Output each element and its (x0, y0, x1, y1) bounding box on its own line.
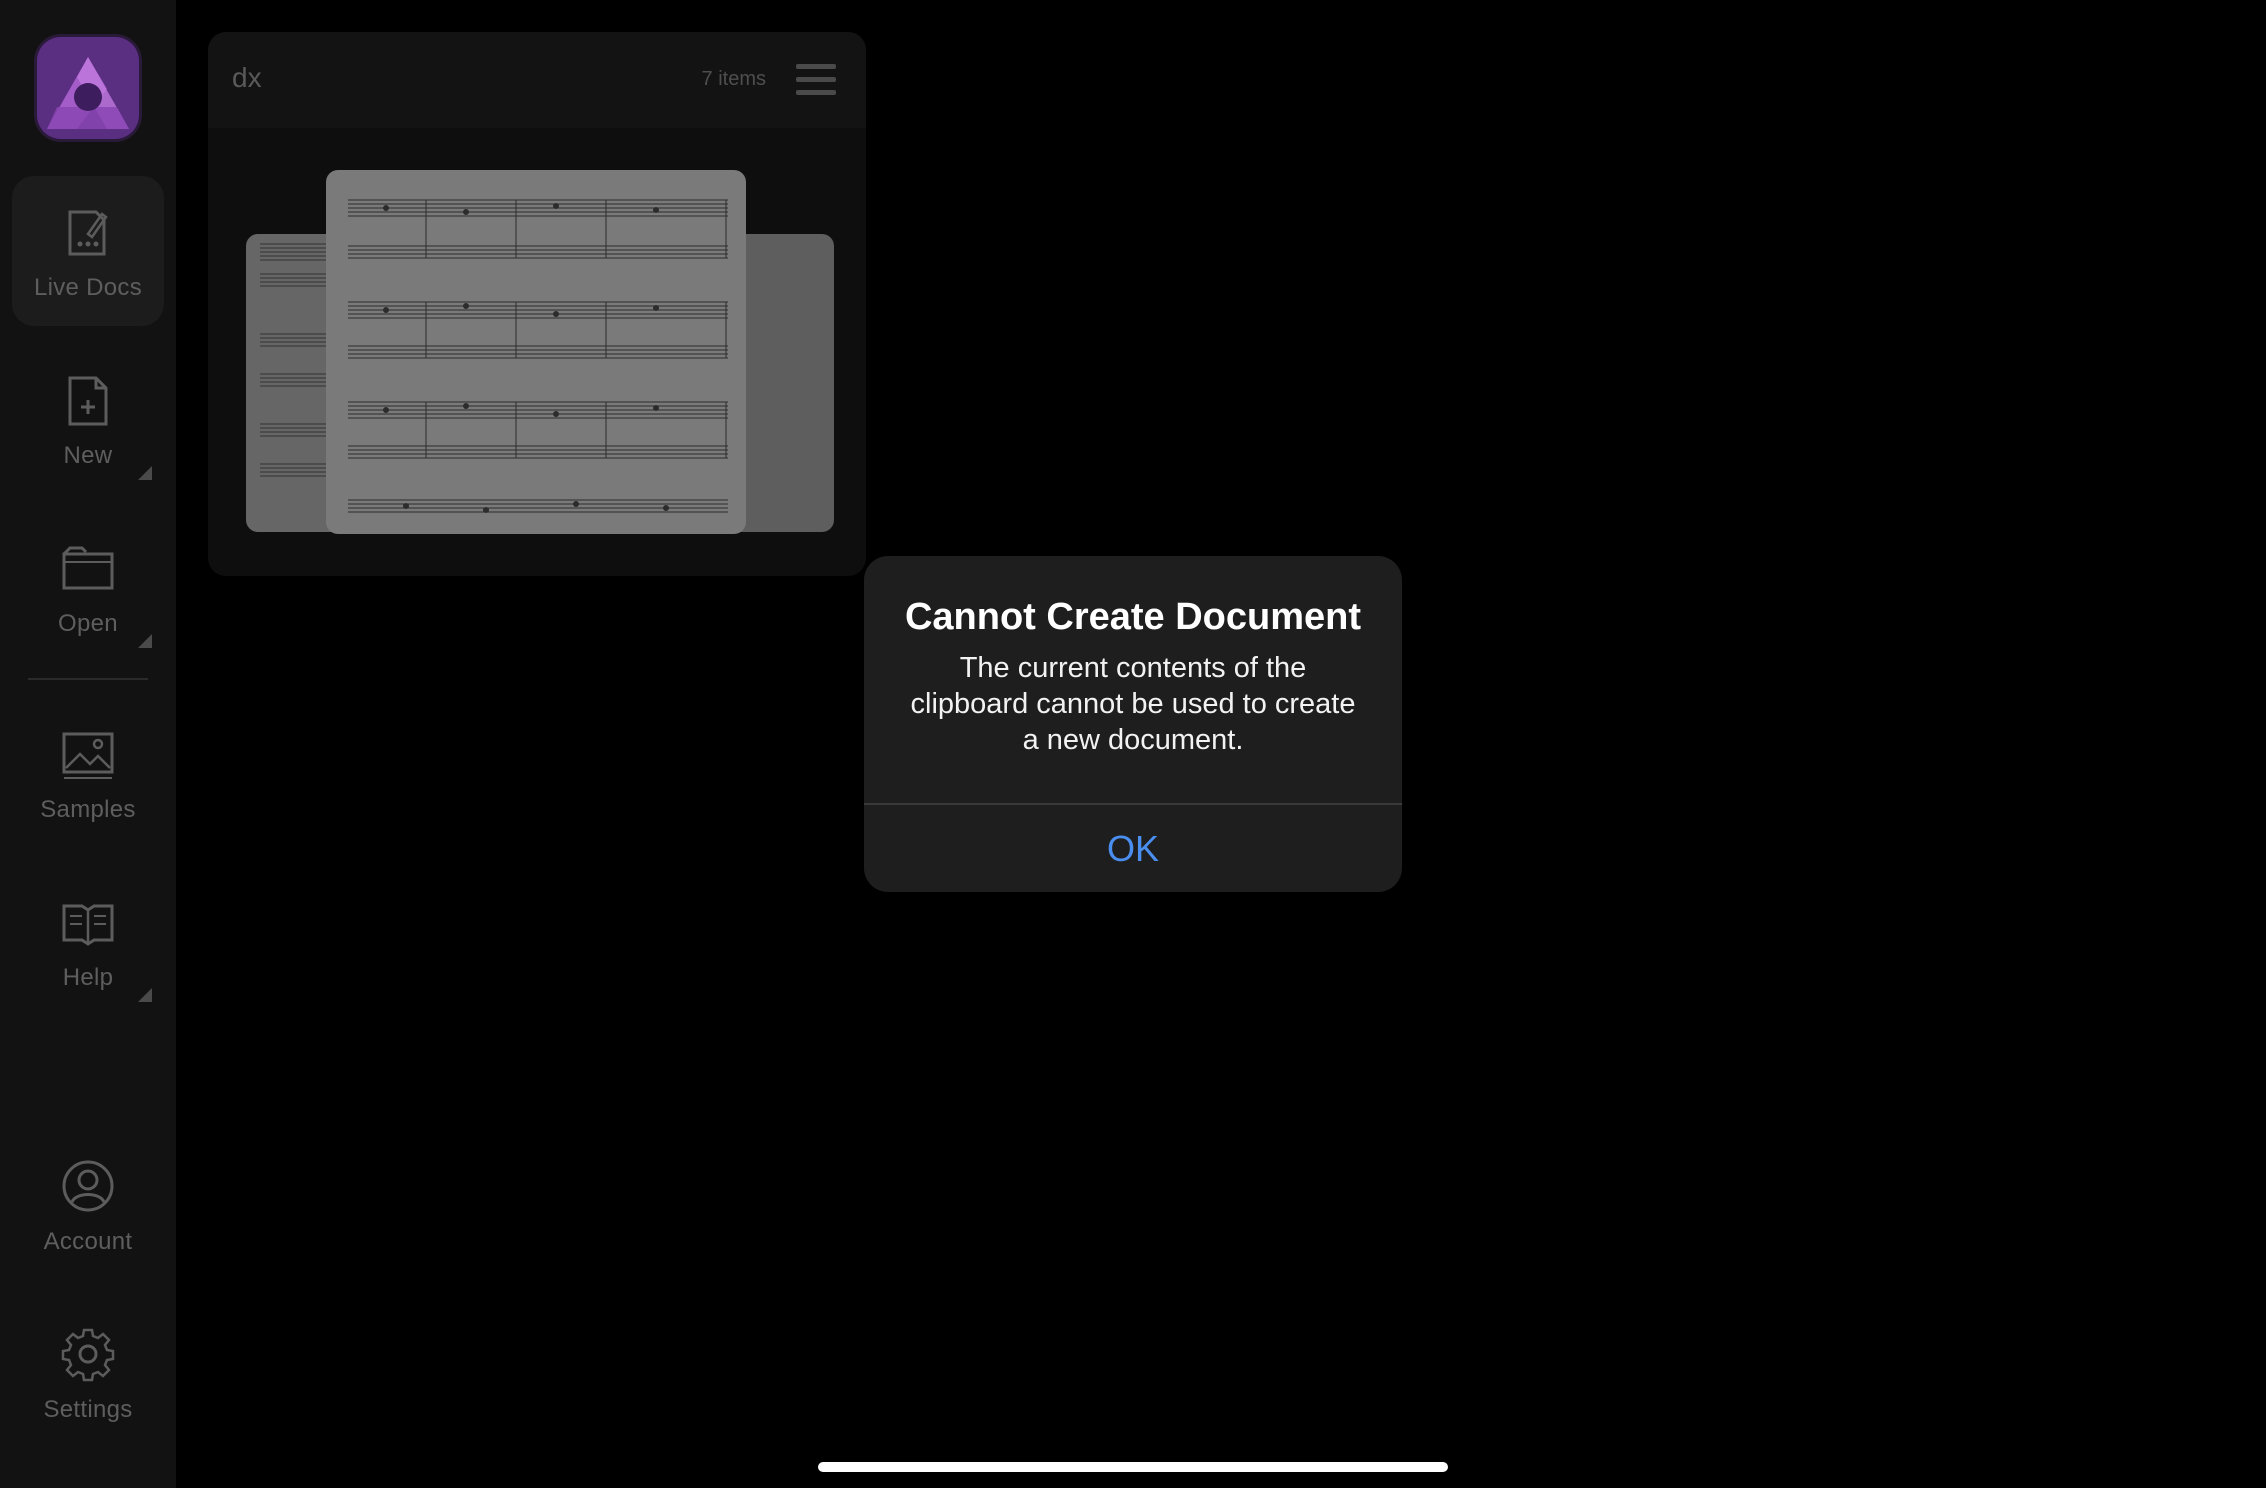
sidebar: Live Docs New Open Samples Help Account … (0, 0, 176, 1488)
new-document-icon (60, 372, 116, 428)
affinity-photo-logo-icon[interactable] (37, 37, 139, 139)
document-thumbnail (326, 170, 746, 534)
home-indicator[interactable] (818, 1462, 1448, 1472)
document-group-title: dx (232, 62, 262, 93)
ok-button[interactable]: OK (864, 805, 1402, 892)
sidebar-item-samples[interactable]: Samples (12, 698, 164, 848)
image-icon (60, 726, 116, 782)
sidebar-item-open[interactable]: Open (12, 512, 164, 662)
live-docs-icon (60, 204, 116, 260)
sidebar-item-label: Settings (43, 1396, 133, 1423)
document-group-card[interactable]: dx 7 items (208, 32, 866, 576)
alert-message: The current contents of the clipboard ca… (910, 652, 1356, 756)
sidebar-item-label: Account (43, 1228, 133, 1255)
submenu-indicator-icon (138, 466, 152, 480)
folder-icon (60, 540, 116, 596)
document-group-header: dx 7 items (208, 32, 866, 128)
app-window: Live Docs New Open Samples Help Account … (0, 0, 2266, 1488)
sidebar-item-label: Samples (40, 796, 136, 823)
account-icon (60, 1158, 116, 1214)
sidebar-item-live-docs[interactable]: Live Docs (12, 176, 164, 326)
hamburger-menu-icon[interactable] (796, 62, 836, 98)
book-icon (60, 894, 116, 950)
sidebar-divider (28, 678, 148, 680)
document-count: 7 items (701, 68, 766, 90)
sidebar-item-new[interactable]: New (12, 344, 164, 494)
document-thumbnail-stack[interactable] (208, 128, 866, 576)
sidebar-item-help[interactable]: Help (12, 866, 164, 1016)
sidebar-item-settings[interactable]: Settings (12, 1298, 164, 1448)
alert-title: Cannot Create Document (904, 596, 1362, 638)
submenu-indicator-icon (138, 634, 152, 648)
alert-dialog: Cannot Create Document The current conte… (864, 556, 1402, 892)
sidebar-item-label: Live Docs (33, 274, 143, 301)
submenu-indicator-icon (138, 988, 152, 1002)
sidebar-item-account[interactable]: Account (12, 1130, 164, 1280)
gear-icon (60, 1326, 116, 1382)
